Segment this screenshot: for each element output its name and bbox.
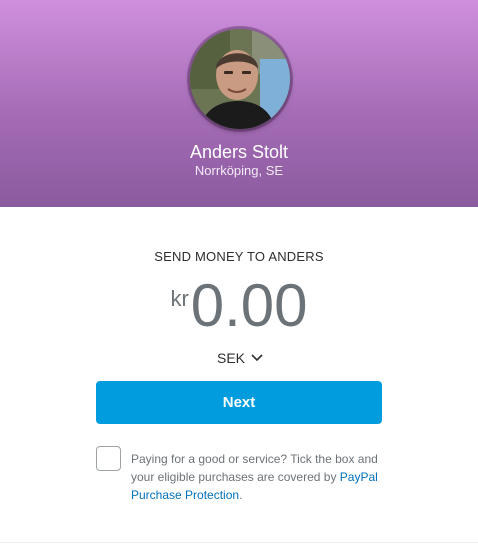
profile-header: Anders Stolt Norrköping, SE [0, 0, 478, 207]
recipient-name: Anders Stolt [189, 142, 289, 162]
amount-display[interactable]: kr0.00 [0, 274, 478, 338]
amount-input[interactable]: 0.00 [191, 274, 308, 338]
chevron-down-icon [251, 354, 263, 362]
avatar-photo [190, 29, 290, 129]
purchase-protection-checkbox[interactable] [96, 446, 121, 471]
currency-code: SEK [216, 350, 245, 366]
divider [0, 542, 478, 543]
send-money-heading: SEND MONEY TO ANDERS [154, 249, 324, 264]
protection-suffix: . [239, 488, 243, 502]
next-button[interactable]: Next [96, 381, 382, 424]
purchase-protection-text: Paying for a good or service? Tick the b… [131, 450, 391, 504]
avatar [190, 29, 290, 129]
currency-dropdown[interactable]: SEK [210, 347, 270, 369]
recipient-location: Norrköping, SE [194, 163, 284, 178]
currency-symbol: kr [170, 286, 189, 311]
